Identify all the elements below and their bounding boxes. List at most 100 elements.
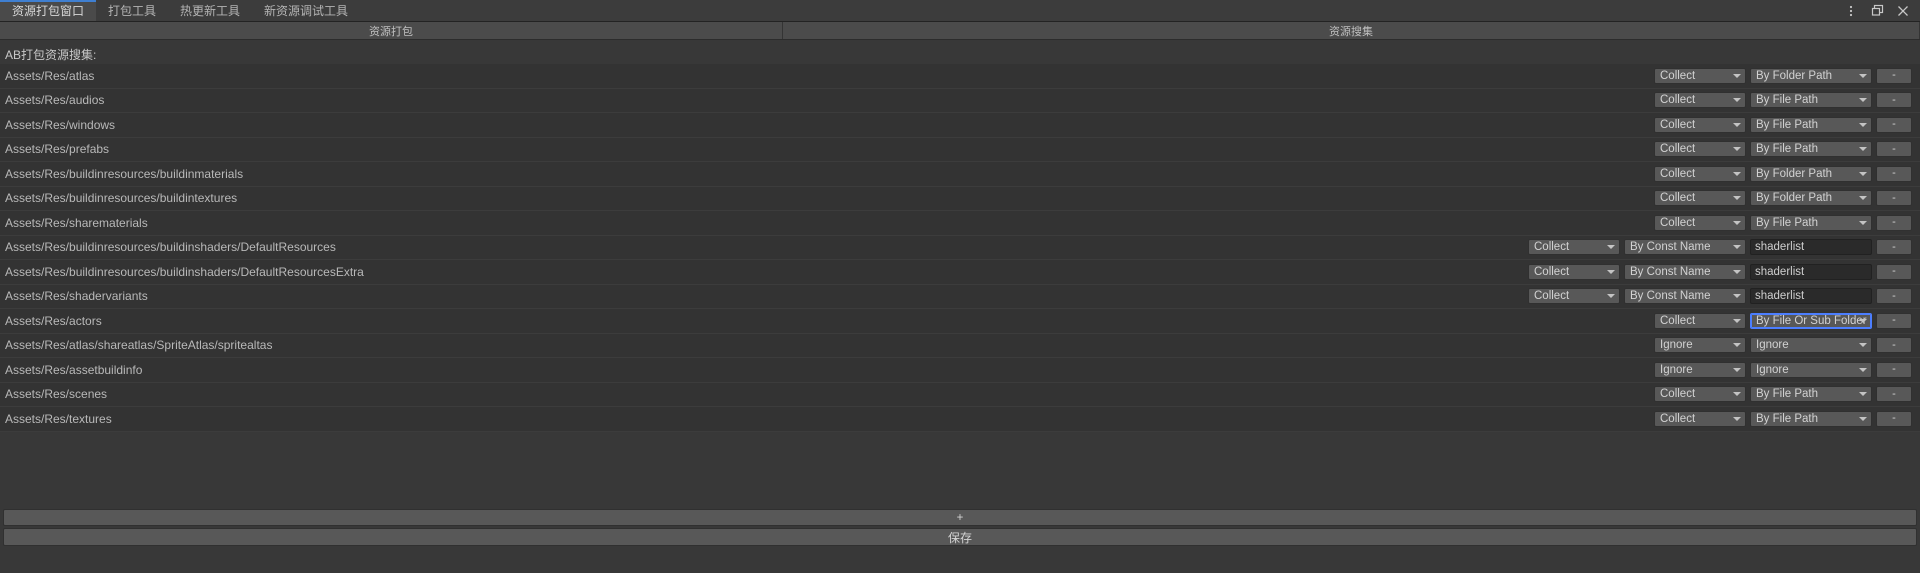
- row-rule-dropdown[interactable]: By Const Name: [1624, 239, 1746, 256]
- window-tab-3[interactable]: 新资源调试工具: [252, 0, 360, 21]
- row-mode-dropdown[interactable]: Collect: [1654, 92, 1746, 109]
- remove-rule-button[interactable]: -: [1876, 116, 1912, 133]
- tab-bar-spacer: [360, 0, 1843, 21]
- chevron-down-icon: [1733, 220, 1741, 225]
- table-row[interactable]: Assets/Res/prefabs Collect By File Path -: [0, 137, 1920, 162]
- table-row[interactable]: Assets/Res/assetbuildinfo Ignore Ignore -: [0, 358, 1920, 383]
- remove-rule-button[interactable]: -: [1876, 263, 1912, 280]
- row-mode-dropdown[interactable]: Collect: [1654, 214, 1746, 231]
- row-rule-dropdown[interactable]: By File Path: [1750, 141, 1872, 158]
- remove-rule-button[interactable]: -: [1876, 141, 1912, 158]
- table-row[interactable]: Assets/Res/buildinresources/buildintextu…: [0, 186, 1920, 211]
- row-rule-dropdown[interactable]: By Folder Path: [1750, 190, 1872, 207]
- row-controls: Collect By File Path -: [1654, 89, 1912, 113]
- remove-rule-button[interactable]: -: [1876, 67, 1912, 84]
- table-row[interactable]: Assets/Res/actors Collect By File Or Sub F…: [0, 309, 1920, 334]
- window-controls: [1843, 0, 1920, 21]
- row-controls: Collect By Folder Path -: [1654, 64, 1912, 88]
- row-rule-dropdown[interactable]: By Const Name: [1624, 288, 1746, 305]
- restore-window-icon[interactable]: [1869, 3, 1885, 19]
- chevron-down-icon: [1859, 343, 1867, 348]
- row-mode-dropdown[interactable]: Collect: [1528, 239, 1620, 256]
- row-mode-value: Collect: [1660, 167, 1696, 180]
- row-mode-dropdown[interactable]: Collect: [1528, 288, 1620, 305]
- remove-rule-button[interactable]: -: [1876, 165, 1912, 182]
- remove-rule-button[interactable]: -: [1876, 92, 1912, 109]
- row-mode-dropdown[interactable]: Collect: [1654, 190, 1746, 207]
- row-mode-dropdown[interactable]: Ignore: [1654, 361, 1746, 378]
- table-row[interactable]: Assets/Res/scenes Collect By File Path -: [0, 382, 1920, 407]
- row-mode-dropdown[interactable]: Collect: [1654, 116, 1746, 133]
- row-rule-dropdown[interactable]: By Folder Path: [1750, 67, 1872, 84]
- row-const-name-input[interactable]: shaderlist: [1750, 263, 1872, 280]
- chevron-down-icon: [1733, 122, 1741, 127]
- table-row[interactable]: Assets/Res/buildinresources/buildinshade…: [0, 235, 1920, 260]
- row-mode-value: Collect: [1534, 265, 1570, 278]
- row-mode-value: Collect: [1660, 216, 1696, 229]
- row-mode-dropdown[interactable]: Ignore: [1654, 337, 1746, 354]
- remove-rule-button[interactable]: -: [1876, 312, 1912, 329]
- row-mode-dropdown[interactable]: Collect: [1654, 410, 1746, 427]
- table-row[interactable]: Assets/Res/atlas Collect By Folder Path -: [0, 64, 1920, 89]
- table-row[interactable]: Assets/Res/windows Collect By File Path -: [0, 113, 1920, 138]
- row-rule-dropdown[interactable]: By Folder Path: [1750, 165, 1872, 182]
- row-rule-value: By Folder Path: [1756, 167, 1833, 180]
- remove-rule-button[interactable]: -: [1876, 386, 1912, 403]
- row-mode-value: Collect: [1660, 412, 1696, 425]
- remove-rule-button[interactable]: -: [1876, 214, 1912, 231]
- add-rule-button[interactable]: +: [3, 509, 1917, 526]
- remove-rule-button[interactable]: -: [1876, 288, 1912, 305]
- table-row[interactable]: Assets/Res/atlas/shareatlas/SpriteAtlas/…: [0, 333, 1920, 358]
- row-const-name-input[interactable]: shaderlist: [1750, 288, 1872, 305]
- remove-rule-button[interactable]: -: [1876, 239, 1912, 256]
- remove-rule-button[interactable]: -: [1876, 361, 1912, 378]
- chevron-down-icon: [1859, 220, 1867, 225]
- row-mode-dropdown[interactable]: Collect: [1654, 386, 1746, 403]
- row-rule-dropdown[interactable]: By File Path: [1750, 410, 1872, 427]
- row-rule-dropdown[interactable]: By Const Name: [1624, 263, 1746, 280]
- table-row[interactable]: Assets/Res/sharematerials Collect By File …: [0, 211, 1920, 236]
- row-mode-value: Ignore: [1660, 363, 1693, 376]
- table-row[interactable]: Assets/Res/shadervariants Collect By Const…: [0, 284, 1920, 309]
- remove-rule-button[interactable]: -: [1876, 190, 1912, 207]
- chevron-down-icon: [1733, 343, 1741, 348]
- chevron-down-icon: [1859, 98, 1867, 103]
- chevron-down-icon: [1607, 294, 1615, 299]
- row-rule-dropdown[interactable]: By File Or Sub Folder: [1750, 312, 1872, 329]
- section-tab-pack[interactable]: 资源打包: [0, 22, 783, 39]
- kebab-menu-icon[interactable]: [1843, 3, 1859, 19]
- row-rule-value: By File Path: [1756, 412, 1818, 425]
- row-rule-dropdown[interactable]: By File Path: [1750, 92, 1872, 109]
- window-tab-2[interactable]: 热更新工具: [168, 0, 252, 21]
- row-mode-dropdown[interactable]: Collect: [1654, 141, 1746, 158]
- row-mode-dropdown[interactable]: Collect: [1654, 312, 1746, 329]
- row-mode-dropdown[interactable]: Collect: [1654, 165, 1746, 182]
- chevron-down-icon: [1859, 392, 1867, 397]
- row-rule-value: By File Path: [1756, 94, 1818, 107]
- row-rule-dropdown[interactable]: Ignore: [1750, 337, 1872, 354]
- row-rule-dropdown[interactable]: By File Path: [1750, 116, 1872, 133]
- row-asset-path: Assets/Res/scenes: [5, 387, 108, 402]
- close-window-icon[interactable]: [1895, 3, 1911, 19]
- chevron-down-icon: [1733, 147, 1741, 152]
- save-button[interactable]: 保存: [3, 528, 1917, 546]
- table-row[interactable]: Assets/Res/buildinresources/buildinshade…: [0, 260, 1920, 285]
- row-rule-dropdown[interactable]: Ignore: [1750, 361, 1872, 378]
- window-tab-0[interactable]: 资源打包窗口: [0, 0, 97, 21]
- remove-rule-button[interactable]: -: [1876, 410, 1912, 427]
- row-rule-dropdown[interactable]: By File Path: [1750, 214, 1872, 231]
- row-controls: Collect By Const Name shaderlist -: [1528, 260, 1912, 284]
- row-mode-value: Collect: [1660, 314, 1696, 327]
- row-mode-dropdown[interactable]: Collect: [1528, 263, 1620, 280]
- table-row[interactable]: Assets/Res/audios Collect By File Path -: [0, 88, 1920, 113]
- row-const-name-input[interactable]: shaderlist: [1750, 239, 1872, 256]
- row-asset-path: Assets/Res/atlas/shareatlas/SpriteAtlas/…: [5, 338, 273, 353]
- chevron-down-icon: [1607, 269, 1615, 274]
- table-row[interactable]: Assets/Res/buildinresources/buildinmater…: [0, 162, 1920, 187]
- remove-rule-button[interactable]: -: [1876, 337, 1912, 354]
- table-row[interactable]: Assets/Res/textures Collect By File Path -: [0, 407, 1920, 432]
- row-rule-dropdown[interactable]: By File Path: [1750, 386, 1872, 403]
- section-tab-collect[interactable]: 资源搜集: [783, 22, 1920, 39]
- row-mode-dropdown[interactable]: Collect: [1654, 67, 1746, 84]
- window-tab-1[interactable]: 打包工具: [96, 0, 168, 21]
